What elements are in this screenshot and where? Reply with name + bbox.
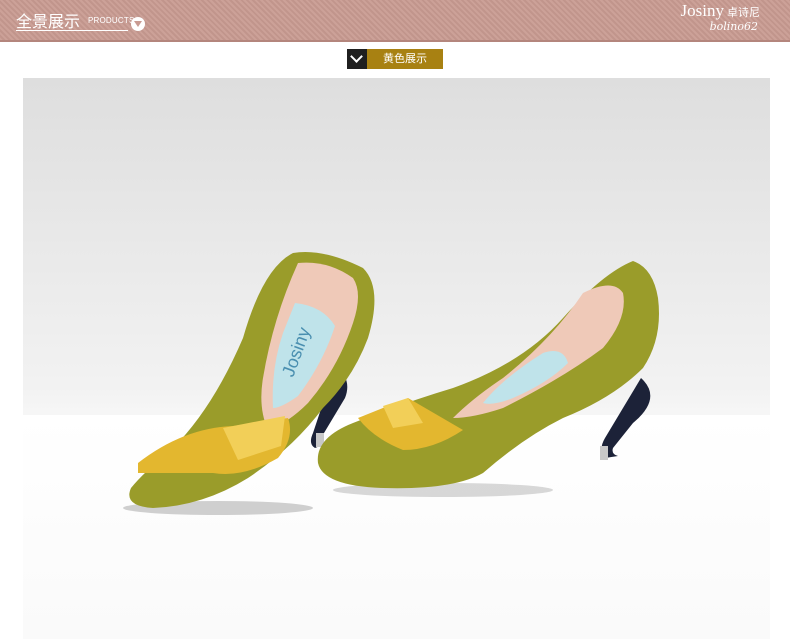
page-subtitle: PRODUCTS bbox=[88, 16, 135, 25]
section-label: 黄色展示 bbox=[367, 49, 443, 69]
shoe-right-heel-cap bbox=[600, 446, 608, 460]
title-underline bbox=[16, 30, 128, 31]
chevron-down-icon[interactable] bbox=[131, 17, 145, 31]
page-title: 全景展示 bbox=[16, 12, 81, 31]
brand-signature: bolino62 bbox=[709, 20, 758, 33]
shoes-illustration: Josiny bbox=[123, 252, 659, 515]
chevron-icon bbox=[347, 49, 367, 69]
section-tag: 黄色展示 bbox=[347, 49, 443, 69]
brand-name-cn: 卓诗尼 bbox=[727, 7, 760, 19]
brand-name: Josiny bbox=[680, 1, 724, 20]
header-bar: 全景展示 PRODUCTS Josiny 卓诗尼 bolino62 bbox=[0, 0, 790, 42]
product-photo: Josiny bbox=[23, 78, 770, 639]
